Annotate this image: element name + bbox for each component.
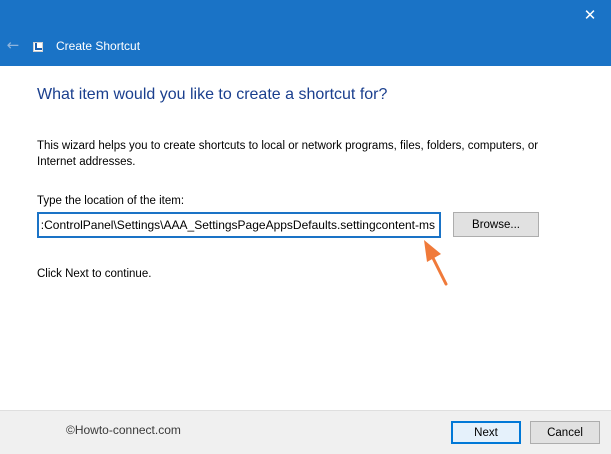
title-bar: ✕ ← Create Shortcut xyxy=(0,0,611,66)
shortcut-icon xyxy=(33,42,43,52)
window-title: Create Shortcut xyxy=(56,39,141,53)
back-button[interactable]: ← xyxy=(4,36,22,54)
continue-instruction: Click Next to continue. xyxy=(37,268,152,280)
location-label: Type the location of the item: xyxy=(37,195,185,207)
annotation-arrow-input xyxy=(424,240,448,286)
browse-button[interactable]: Browse... xyxy=(453,212,539,237)
close-button[interactable]: ✕ xyxy=(577,4,603,26)
wizard-description: This wizard helps you to create shortcut… xyxy=(37,140,539,168)
close-icon: ✕ xyxy=(583,6,597,24)
back-arrow-icon: ← xyxy=(6,36,20,54)
location-value: :ControlPanel\Settings\AAA_SettingsPageA… xyxy=(40,218,435,232)
cancel-button[interactable]: Cancel xyxy=(530,421,600,444)
next-button[interactable]: Next xyxy=(451,421,521,444)
location-input[interactable]: :ControlPanel\Settings\AAA_SettingsPageA… xyxy=(37,212,441,238)
watermark-text: ©Howto-connect.com xyxy=(66,423,181,437)
page-heading: What item would you like to create a sho… xyxy=(37,86,388,103)
